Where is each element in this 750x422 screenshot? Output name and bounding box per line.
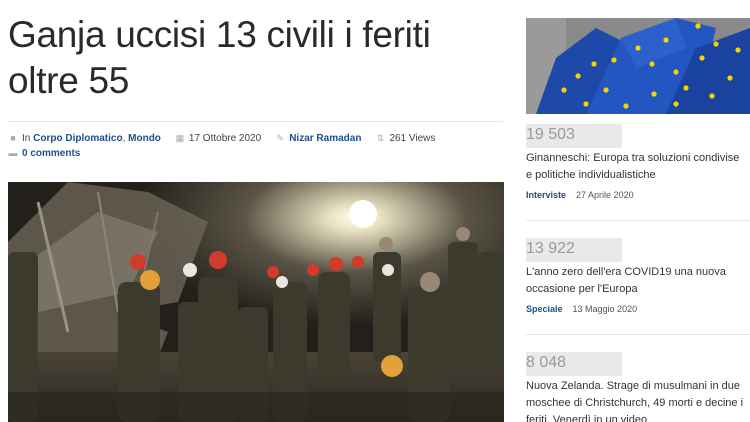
views-icon: ⇅ — [376, 133, 385, 143]
comments-link[interactable]: 0 comments — [22, 148, 80, 159]
folder-icon: ■ — [10, 133, 16, 143]
pencil-icon: ✎ — [276, 133, 284, 143]
meta-date-text: 17 Ottobre 2020 — [188, 132, 262, 144]
card-category-link[interactable]: Interviste — [526, 190, 566, 200]
card-divider — [526, 220, 750, 221]
sidebar-card-1[interactable]: 19 503 Ginanneschi: Europa tra soluzioni… — [526, 124, 750, 200]
card-view-count: 13 922 — [526, 238, 622, 262]
card-meta: Interviste 27 Aprile 2020 — [526, 190, 750, 200]
meta-in-prefix: In — [22, 132, 31, 144]
sidebar: 19 503 Ginanneschi: Europa tra soluzioni… — [526, 0, 750, 422]
author-link[interactable]: Nizar Ramadan — [289, 133, 361, 144]
meta-divider — [8, 121, 503, 122]
card-date: 13 Maggio 2020 — [572, 304, 638, 314]
article-photo[interactable] — [8, 182, 504, 422]
card-title[interactable]: Ginanneschi: Europa tra soluzioni condiv… — [526, 150, 750, 184]
card-view-count: 8 048 — [526, 352, 622, 376]
article-main: Ganja uccisi 13 civili i feriti oltre 55… — [0, 0, 515, 422]
meta-row-2: ▬ 0 comments — [8, 146, 508, 160]
meta-author: ✎ Nizar Ramadan — [275, 133, 361, 144]
eu-flag-picture — [526, 18, 750, 114]
meta-row-1: ■ In Corpo Diplomatico, Mondo ▦ 17 Ottob… — [8, 131, 508, 145]
meta-categories: ■ In Corpo Diplomatico, Mondo — [8, 133, 161, 144]
card-title[interactable]: Nuova Zelanda. Strage di musulmani in du… — [526, 378, 750, 422]
sidebar-card-2[interactable]: 13 922 L'anno zero dell'era COVID19 una … — [526, 238, 750, 314]
previous-line-cutoff — [0, 0, 515, 8]
card-meta: Speciale 13 Maggio 2020 — [526, 304, 750, 314]
sidebar-card-3[interactable]: 8 048 Nuova Zelanda. Strage di musulmani… — [526, 352, 750, 422]
article-meta: ■ In Corpo Diplomatico, Mondo ▦ 17 Ottob… — [8, 131, 508, 160]
calendar-icon: ▦ — [175, 133, 185, 143]
comment-icon: ▬ — [8, 148, 18, 158]
category-link-mondo[interactable]: Mondo — [128, 133, 161, 144]
card-divider — [526, 334, 750, 335]
card-view-count: 19 503 — [526, 124, 622, 148]
meta-views: ⇅ 261 Views — [375, 132, 436, 144]
card-title[interactable]: L'anno zero dell'era COVID19 una nuova o… — [526, 264, 750, 298]
card-date: 27 Aprile 2020 — [576, 190, 634, 200]
meta-views-text: 261 Views — [389, 132, 436, 144]
rescue-scene-image — [8, 182, 504, 422]
meta-date: ▦ 17 Ottobre 2020 — [175, 132, 262, 144]
article-headline: Ganja uccisi 13 civili i feriti oltre 55 — [8, 14, 431, 101]
category-separator: , — [122, 132, 126, 144]
category-link-corpo-diplomatico[interactable]: Corpo Diplomatico — [33, 133, 122, 144]
eu-flags-image[interactable] — [526, 18, 750, 114]
card-category-link[interactable]: Speciale — [526, 304, 563, 314]
meta-comments: ▬ 0 comments — [8, 148, 81, 159]
